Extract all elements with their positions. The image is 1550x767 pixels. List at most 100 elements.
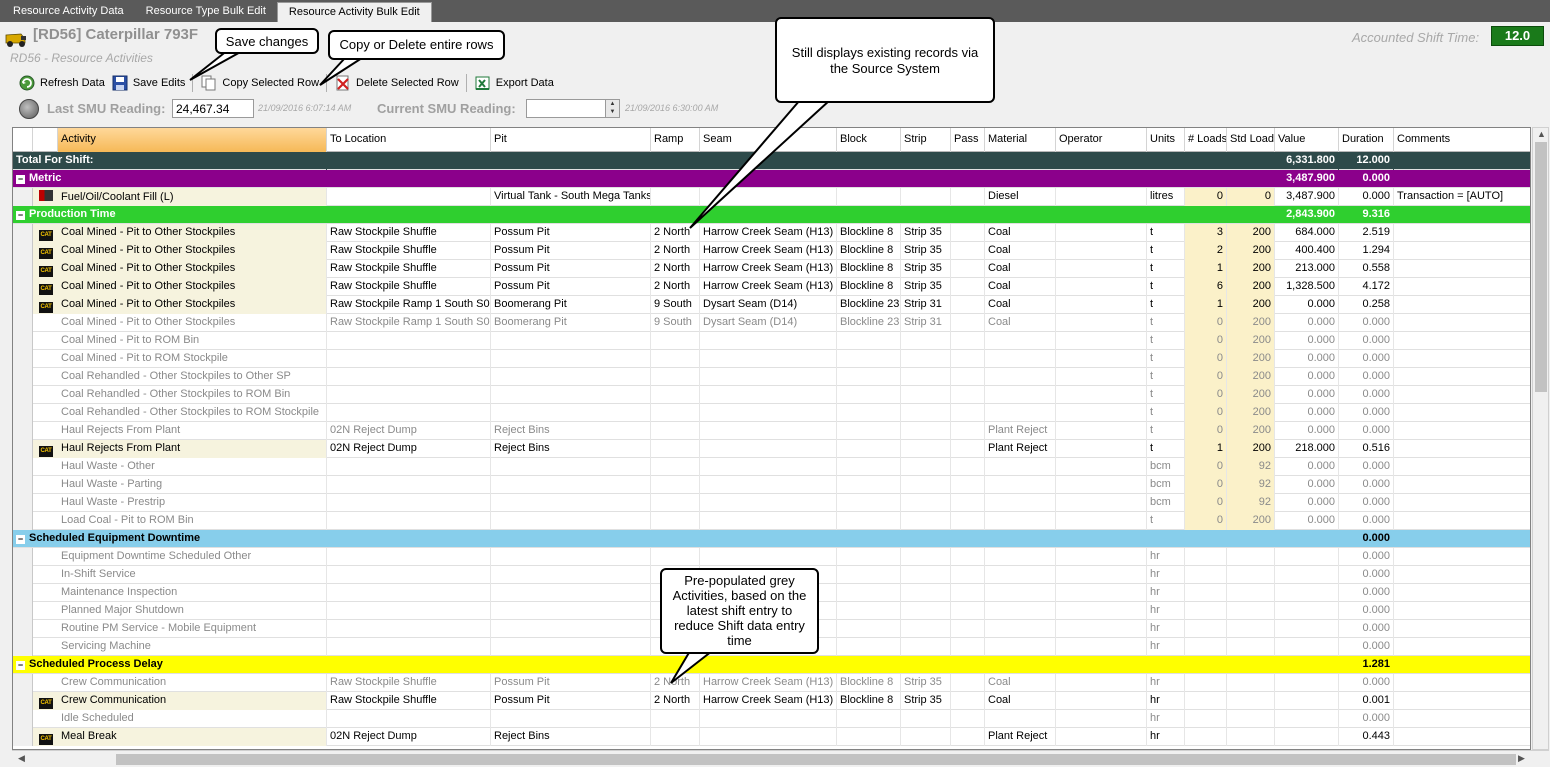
pit-cell[interactable]: Reject Bins [491, 440, 651, 458]
units-cell[interactable]: hr [1147, 692, 1185, 710]
header-loads[interactable]: # Loads [1185, 128, 1227, 152]
units-cell[interactable]: litres [1147, 188, 1185, 206]
row-indicator[interactable] [13, 404, 33, 422]
collapse-icon[interactable]: − [16, 535, 25, 544]
loads-cell[interactable]: 0 [1185, 314, 1227, 332]
std-load-cell[interactable]: 92 [1227, 458, 1275, 476]
pass-cell[interactable] [951, 242, 985, 260]
std-load-cell[interactable] [1227, 728, 1275, 746]
std-load-cell[interactable]: 200 [1227, 242, 1275, 260]
duration-cell[interactable]: 0.000 [1339, 188, 1394, 206]
value-cell[interactable]: 0.000 [1275, 512, 1339, 530]
strip-cell[interactable] [901, 602, 951, 620]
table-row[interactable]: CAT Crew Communication Raw Stockpile Shuff… [13, 692, 1530, 710]
tab-resource-activity-data[interactable]: Resource Activity Data [2, 2, 135, 22]
ramp-cell[interactable] [651, 368, 700, 386]
duration-cell[interactable]: 0.000 [1339, 674, 1394, 692]
operator-cell[interactable] [1056, 404, 1147, 422]
std-load-cell[interactable] [1227, 638, 1275, 656]
loads-cell[interactable] [1185, 584, 1227, 602]
duration-cell[interactable]: 0.516 [1339, 440, 1394, 458]
operator-cell[interactable] [1056, 584, 1147, 602]
row-indicator[interactable] [13, 476, 33, 494]
loads-cell[interactable] [1185, 674, 1227, 692]
std-load-cell[interactable]: 200 [1227, 512, 1275, 530]
comments-cell[interactable] [1394, 638, 1530, 656]
material-cell[interactable] [985, 584, 1056, 602]
pit-cell[interactable] [491, 476, 651, 494]
row-indicator[interactable] [13, 440, 33, 458]
duration-cell[interactable]: 0.000 [1339, 584, 1394, 602]
table-row[interactable]: CAT Meal Break 02N Reject Dump Reject Bins P… [13, 728, 1530, 746]
to-location-cell[interactable] [327, 602, 491, 620]
ramp-cell[interactable]: 9 South [651, 314, 700, 332]
duration-cell[interactable]: 0.000 [1339, 620, 1394, 638]
to-location-cell[interactable]: Raw Stockpile Shuffle [327, 692, 491, 710]
loads-cell[interactable]: 3 [1185, 224, 1227, 242]
header-seam[interactable]: Seam [700, 128, 837, 152]
value-cell[interactable]: 0.000 [1275, 314, 1339, 332]
scroll-right-icon[interactable]: ▶ [1518, 753, 1525, 764]
std-load-cell[interactable] [1227, 584, 1275, 602]
collapse-icon[interactable]: − [16, 211, 25, 220]
units-cell[interactable]: hr [1147, 602, 1185, 620]
material-cell[interactable] [985, 620, 1056, 638]
value-cell[interactable]: 0.000 [1275, 386, 1339, 404]
activity-cell[interactable]: Coal Mined - Pit to ROM Bin [33, 332, 327, 350]
strip-cell[interactable] [901, 512, 951, 530]
pit-cell[interactable]: Possum Pit [491, 692, 651, 710]
strip-cell[interactable] [901, 440, 951, 458]
activity-cell[interactable]: CAT Coal Mined - Pit to Other Stockpiles [33, 278, 327, 296]
units-cell[interactable]: t [1147, 296, 1185, 314]
strip-cell[interactable] [901, 476, 951, 494]
to-location-cell[interactable]: Raw Stockpile Shuffle [327, 242, 491, 260]
row-indicator[interactable] [13, 278, 33, 296]
activity-cell[interactable]: Equipment Downtime Scheduled Other [33, 548, 327, 566]
pass-cell[interactable] [951, 602, 985, 620]
material-cell[interactable] [985, 512, 1056, 530]
duration-cell[interactable]: 0.000 [1339, 710, 1394, 728]
row-indicator[interactable] [13, 548, 33, 566]
horizontal-scrollbar[interactable]: ◀ ▶ [12, 750, 1549, 767]
units-cell[interactable]: t [1147, 386, 1185, 404]
scroll-up-icon[interactable]: ▲ [1537, 129, 1546, 139]
value-cell[interactable]: 400.400 [1275, 242, 1339, 260]
pit-cell[interactable] [491, 548, 651, 566]
material-cell[interactable] [985, 404, 1056, 422]
to-location-cell[interactable]: 02N Reject Dump [327, 440, 491, 458]
std-load-cell[interactable]: 200 [1227, 332, 1275, 350]
loads-cell[interactable]: 0 [1185, 458, 1227, 476]
units-cell[interactable]: hr [1147, 710, 1185, 728]
to-location-cell[interactable] [327, 350, 491, 368]
comments-cell[interactable] [1394, 224, 1530, 242]
value-cell[interactable]: 0.000 [1275, 404, 1339, 422]
comments-cell[interactable] [1394, 242, 1530, 260]
seam-cell[interactable]: Dysart Seam (D14) [700, 296, 837, 314]
activity-cell[interactable]: CAT Coal Mined - Pit to Other Stockpiles [33, 242, 327, 260]
delete-selected-row-button[interactable]: Delete Selected Row [331, 72, 462, 94]
comments-cell[interactable] [1394, 692, 1530, 710]
ramp-cell[interactable]: 2 North [651, 242, 700, 260]
material-cell[interactable]: Coal [985, 278, 1056, 296]
units-cell[interactable]: hr [1147, 548, 1185, 566]
loads-cell[interactable] [1185, 710, 1227, 728]
header-ramp[interactable]: Ramp [651, 128, 700, 152]
duration-cell[interactable]: 0.000 [1339, 602, 1394, 620]
pit-cell[interactable] [491, 494, 651, 512]
material-cell[interactable] [985, 368, 1056, 386]
header-block[interactable]: Block [837, 128, 901, 152]
seam-cell[interactable] [700, 710, 837, 728]
to-location-cell[interactable] [327, 188, 491, 206]
material-cell[interactable] [985, 548, 1056, 566]
tab-resource-type-bulk-edit[interactable]: Resource Type Bulk Edit [135, 2, 277, 22]
row-indicator[interactable] [13, 260, 33, 278]
material-cell[interactable]: Coal [985, 692, 1056, 710]
operator-cell[interactable] [1056, 440, 1147, 458]
strip-cell[interactable]: Strip 35 [901, 692, 951, 710]
operator-cell[interactable] [1056, 260, 1147, 278]
value-cell[interactable]: 0.000 [1275, 332, 1339, 350]
activity-cell[interactable]: Routine PM Service - Mobile Equipment [33, 620, 327, 638]
table-row[interactable]: Crew Communication Raw Stockpile Shuffle P… [13, 674, 1530, 692]
strip-cell[interactable] [901, 638, 951, 656]
collapse-icon[interactable]: − [16, 661, 25, 670]
